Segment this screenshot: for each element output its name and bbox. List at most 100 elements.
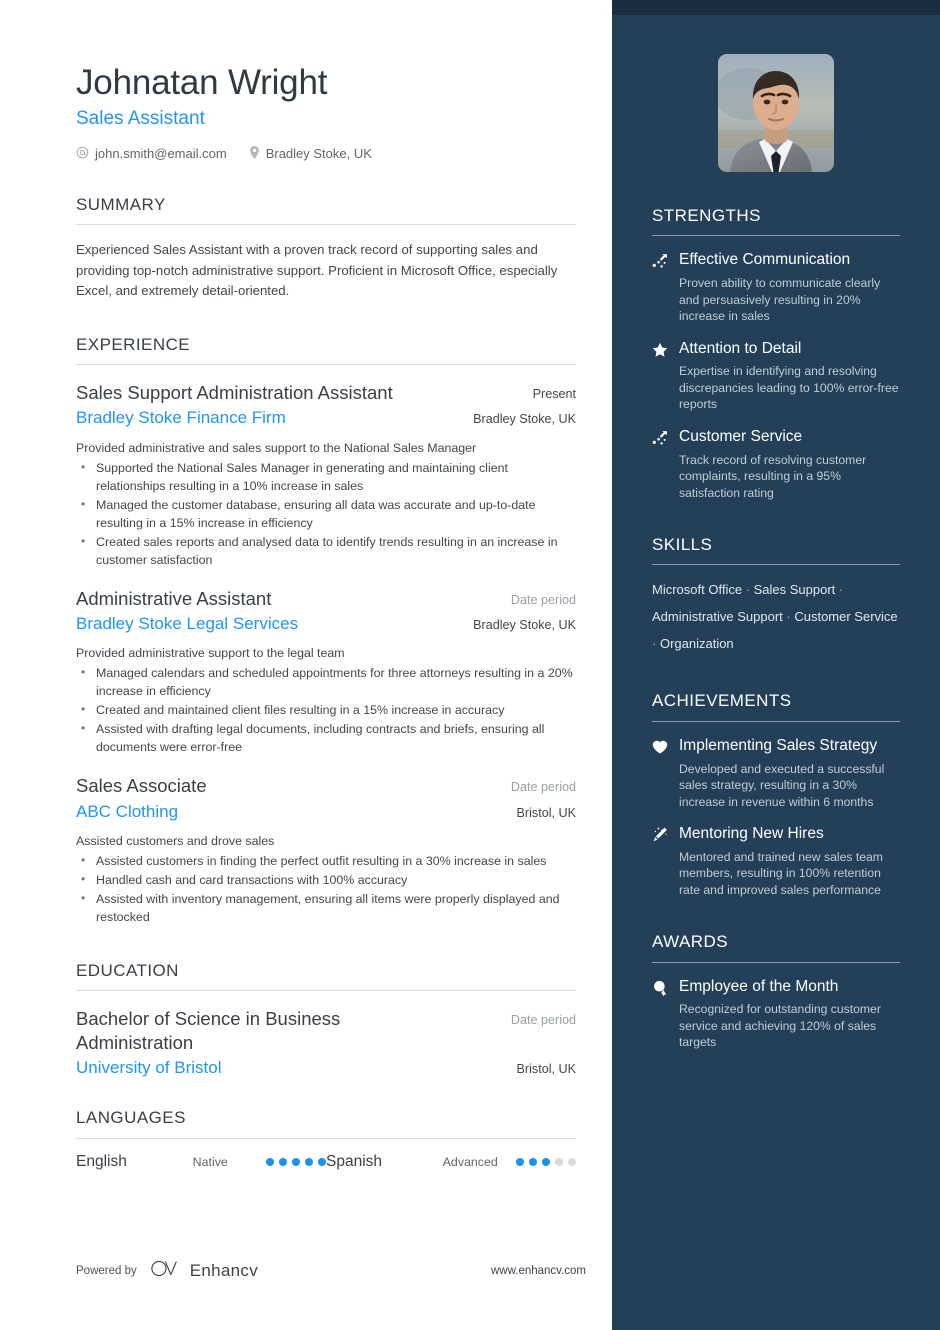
experience-entry: Sales Associate Date period ABC Clothing Br… bbox=[76, 774, 576, 927]
experience-entry-head: Sales Associate Date period bbox=[76, 774, 576, 797]
trend-arrow-icon bbox=[652, 427, 669, 501]
experience-bullet: Assisted with drafting legal documents, … bbox=[76, 720, 576, 757]
achievements-list: Implementing Sales Strategy Developed and… bbox=[652, 736, 900, 898]
strength-item-desc: Proven ability to communicate clearly an… bbox=[679, 276, 881, 324]
education-degree: Bachelor of Science in Business Administ… bbox=[76, 1008, 341, 1053]
language-level-dot bbox=[318, 1157, 326, 1166]
skill-tag: Sales Support bbox=[753, 582, 836, 598]
main-column: Johnatan Wright Sales Assistant john.smi… bbox=[0, 0, 612, 1330]
experience-organization[interactable]: ABC Clothing bbox=[76, 801, 178, 822]
language-level-dot bbox=[529, 1157, 537, 1166]
section-summary: SUMMARY Experienced Sales Assistant with… bbox=[76, 195, 576, 301]
enhancv-brand[interactable]: Enhancv bbox=[151, 1260, 258, 1282]
experience-entry: Administrative Assistant Date period Bradl… bbox=[76, 587, 576, 758]
section-experience: EXPERIENCE Sales Support Administration … bbox=[76, 335, 576, 927]
divider bbox=[652, 961, 900, 963]
experience-description: Provided administrative support to the l… bbox=[76, 646, 345, 661]
language-name: English bbox=[76, 1152, 127, 1170]
language-name: Spanish bbox=[326, 1152, 383, 1170]
education-entry-sub: University of Bristol Bristol, UK bbox=[76, 1057, 576, 1078]
divider bbox=[76, 1137, 576, 1139]
summary-heading: SUMMARY bbox=[76, 195, 166, 215]
strengths-heading: STRENGTHS bbox=[652, 206, 761, 225]
heart-icon bbox=[652, 736, 669, 810]
skill-separator: · bbox=[652, 635, 660, 651]
section-languages: LANGUAGES English Native Spanish Advanced bbox=[76, 1108, 576, 1170]
candidate-job-title: Sales Assistant bbox=[76, 108, 205, 130]
education-institution[interactable]: University of Bristol bbox=[76, 1057, 221, 1078]
experience-role: Sales Associate bbox=[76, 775, 207, 797]
skill-separator: · bbox=[742, 582, 754, 598]
language-level-dots bbox=[266, 1157, 326, 1166]
experience-entry-sub: Bradley Stoke Legal Services Bradley Stok… bbox=[76, 613, 576, 634]
experience-bullets: Assisted customers in finding the perfec… bbox=[76, 852, 576, 927]
skills-list: Microsoft Office · Sales Support · Admin… bbox=[652, 577, 900, 657]
language-item: English Native bbox=[76, 1153, 326, 1171]
achievement-item-title: Mentoring New Hires bbox=[679, 825, 824, 843]
experience-description: Assisted customers and drove sales bbox=[76, 833, 275, 848]
award-item-title: Employee of the Month bbox=[679, 977, 839, 995]
language-level-dot bbox=[516, 1157, 524, 1166]
experience-bullet: Created and maintained client files resu… bbox=[76, 701, 576, 720]
strength-item-title: Customer Service bbox=[679, 427, 803, 445]
strength-item-desc: Track record of resolving customer compl… bbox=[679, 452, 867, 500]
experience-entry-sub: ABC Clothing Bristol, UK bbox=[76, 801, 576, 822]
language-level-dot bbox=[568, 1157, 576, 1166]
education-heading: EDUCATION bbox=[76, 960, 179, 980]
achievement-item-desc: Mentored and trained new sales team memb… bbox=[679, 849, 883, 897]
experience-bullet: Created sales reports and analysed data … bbox=[76, 533, 576, 570]
powered-by-label: Powered by bbox=[76, 1265, 137, 1277]
section-skills: SKILLS Microsoft Office · Sales Support … bbox=[652, 535, 900, 657]
language-level-dot bbox=[555, 1157, 563, 1166]
language-level-dot bbox=[266, 1157, 274, 1166]
skill-separator: · bbox=[835, 582, 844, 598]
achievement-item-desc: Developed and executed a successful sale… bbox=[679, 761, 885, 809]
strength-item-body: Effective Communication Proven ability to… bbox=[679, 250, 900, 324]
sidebar-topbar bbox=[612, 0, 940, 15]
language-level-label: Native bbox=[192, 1154, 228, 1169]
skill-tag: Microsoft Office bbox=[652, 582, 743, 598]
profile-photo bbox=[718, 54, 834, 172]
experience-bullet: Handled cash and card transactions with … bbox=[76, 871, 576, 890]
experience-role: Sales Support Administration Assistant bbox=[76, 382, 393, 404]
award-item-desc: Recognized for outstanding customer serv… bbox=[679, 1002, 881, 1050]
experience-description: Provided administrative and sales suppor… bbox=[76, 440, 477, 455]
at-icon bbox=[76, 146, 89, 161]
divider bbox=[76, 224, 576, 226]
sidebar: STRENGTHS Effective Communication Proven … bbox=[612, 0, 940, 1330]
education-entry: Bachelor of Science in Business Administ… bbox=[76, 1007, 576, 1078]
language-level-dot bbox=[305, 1157, 313, 1166]
languages-heading: LANGUAGES bbox=[76, 1108, 186, 1128]
contact-row: john.smith@email.com Bradley Stoke, UK bbox=[76, 146, 576, 161]
contact-location: Bradley Stoke, UK bbox=[249, 146, 372, 161]
skill-tag: Organization bbox=[659, 635, 734, 651]
experience-heading: EXPERIENCE bbox=[76, 334, 191, 354]
experience-organization[interactable]: Bradley Stoke Legal Services bbox=[76, 613, 298, 634]
experience-entry-head: Administrative Assistant Date period bbox=[76, 587, 576, 610]
education-list: Bachelor of Science in Business Administ… bbox=[76, 1007, 576, 1078]
achievement-item-title: Implementing Sales Strategy bbox=[679, 736, 878, 754]
experience-bullets: Supported the National Sales Manager in … bbox=[76, 459, 576, 570]
language-level-dot bbox=[542, 1157, 550, 1166]
experience-location: Bradley Stoke, UK bbox=[473, 617, 576, 632]
strengths-list: Effective Communication Proven ability to… bbox=[652, 250, 900, 501]
strength-item: Attention to Detail Expertise in identify… bbox=[652, 339, 900, 413]
star-icon bbox=[652, 339, 669, 413]
divider bbox=[652, 720, 900, 722]
experience-bullet: Managed calendars and scheduled appointm… bbox=[76, 664, 576, 701]
education-entry-head: Bachelor of Science in Business Administ… bbox=[76, 1007, 576, 1054]
skills-heading: SKILLS bbox=[652, 535, 713, 555]
website-url[interactable]: www.enhancv.com bbox=[491, 1265, 586, 1277]
contact-location-text: Bradley Stoke, UK bbox=[265, 146, 372, 162]
resume-document: Johnatan Wright Sales Assistant john.smi… bbox=[0, 0, 940, 1330]
experience-bullet: Supported the National Sales Manager in … bbox=[76, 459, 576, 496]
strength-item: Customer Service Track record of resolvin… bbox=[652, 427, 900, 501]
avatar bbox=[718, 54, 834, 172]
award-item-body: Employee of the Month Recognized for outs… bbox=[679, 977, 900, 1051]
achievement-item-body: Mentoring New Hires Mentored and trained … bbox=[679, 824, 900, 898]
education-location: Bristol, UK bbox=[516, 1061, 576, 1076]
contact-email[interactable]: john.smith@email.com bbox=[76, 146, 227, 161]
strength-item-title: Effective Communication bbox=[679, 251, 851, 269]
experience-entry: Sales Support Administration Assistant Pr… bbox=[76, 381, 576, 570]
experience-organization[interactable]: Bradley Stoke Finance Firm bbox=[76, 407, 286, 428]
